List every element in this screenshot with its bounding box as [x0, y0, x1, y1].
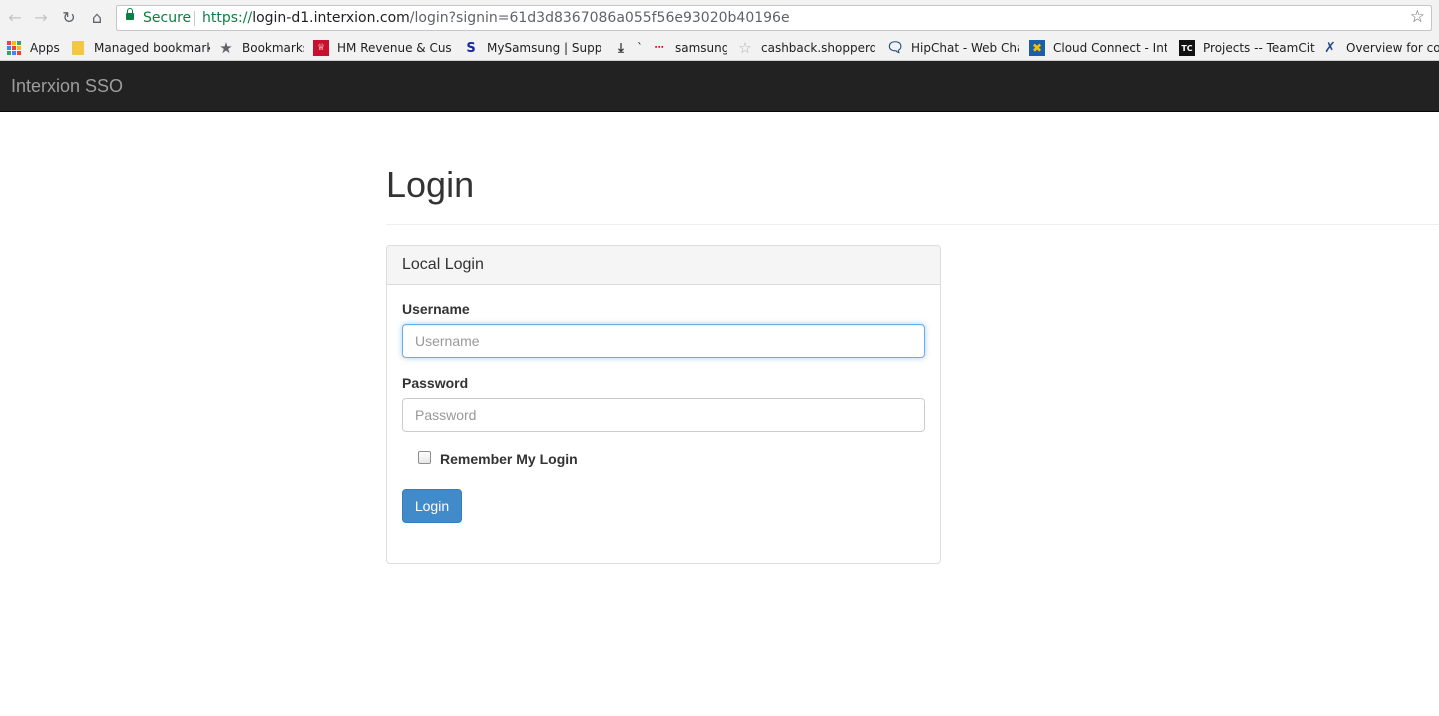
bookmark-label: HM Revenue & Custo	[337, 41, 451, 55]
bookmark-label: Bookmarks	[242, 41, 304, 55]
bookmark-label: cashback.shopperdisc	[761, 41, 875, 55]
star-icon: ★	[219, 39, 233, 57]
title-divider	[386, 224, 1439, 225]
bookmark-label: Managed bookmarks	[94, 41, 210, 55]
bookmark-label: Cloud Connect - Inter	[1053, 41, 1167, 55]
bookmark-apps[interactable]: Apps	[6, 38, 62, 58]
hmrc-icon: ♕	[313, 40, 329, 56]
url-scheme: https://	[202, 10, 253, 26]
panel-heading: Local Login	[387, 246, 940, 285]
bookmark-label: Apps	[30, 41, 60, 55]
hipchat-icon: 🗨	[887, 40, 904, 56]
bookmark-label: MySamsung | Suppor	[487, 41, 601, 55]
bookmark-label: HipChat - Web Chat	[911, 41, 1019, 55]
browser-toolbar: ← → ↻ ⌂ Secure https://login-d1.interxio…	[0, 0, 1439, 35]
bookmark-cashback[interactable]: ☆ cashback.shopperdisc	[737, 38, 875, 58]
login-button[interactable]: Login	[402, 489, 462, 523]
bookmark-overview[interactable]: ✗ Overview for com	[1322, 38, 1439, 58]
url-text[interactable]: https://login-d1.interxion.com/login?sig…	[202, 10, 790, 26]
samsung-s-icon: S	[466, 40, 476, 56]
bookmark-hmrc[interactable]: ♕ HM Revenue & Custo	[313, 38, 451, 58]
username-input[interactable]	[402, 324, 925, 358]
dots-icon: ⋯	[654, 43, 664, 53]
bookmark-managed[interactable]: Managed bookmarks	[70, 38, 210, 58]
teamcity-icon: TC	[1179, 40, 1195, 56]
back-arrow-icon[interactable]: ←	[6, 8, 24, 27]
forward-arrow-icon[interactable]: →	[32, 8, 50, 27]
bookmark-download[interactable]: ⤓ `	[613, 38, 643, 58]
bookmark-label: `	[637, 41, 643, 55]
bookmark-teamcity[interactable]: TC Projects -- TeamCity	[1179, 38, 1315, 58]
address-divider	[194, 11, 195, 26]
reload-icon[interactable]: ↻	[60, 8, 78, 27]
bookmark-label: samsung	[675, 41, 727, 55]
password-label: Password	[402, 375, 469, 391]
top-navbar: Interxion SSO	[0, 61, 1439, 112]
password-input[interactable]	[402, 398, 925, 432]
overview-icon: ✗	[1324, 40, 1336, 56]
username-label: Username	[402, 301, 470, 317]
bookmark-label: Overview for com	[1346, 41, 1439, 55]
download-icon: ⤓	[618, 40, 624, 56]
star-outline-icon: ☆	[738, 39, 752, 57]
bookmark-label: Projects -- TeamCity	[1203, 41, 1315, 55]
navbar-brand[interactable]: Interxion SSO	[11, 76, 123, 97]
bookmark-star-icon[interactable]: ☆	[1410, 7, 1425, 27]
address-bar[interactable]: Secure https://login-d1.interxion.com/lo…	[116, 5, 1432, 31]
bookmarks-bar: Apps Managed bookmarks ★ Bookmarks ♕ HM …	[0, 35, 1439, 61]
bookmark-mysamsung[interactable]: S MySamsung | Suppor	[463, 38, 601, 58]
url-path: /login?signin=61d3d8367086a055f56e93020b…	[409, 10, 790, 26]
remember-label[interactable]: Remember My Login	[440, 451, 578, 467]
page-title: Login	[386, 164, 475, 205]
lock-icon	[126, 8, 134, 20]
bookmark-samsung[interactable]: ⋯ samsung	[651, 38, 728, 58]
apps-grid-icon	[6, 40, 22, 56]
secure-label: Secure	[143, 10, 192, 26]
local-login-panel: Local Login Username Password Remember M…	[386, 245, 941, 564]
bookmark-cloud-connect[interactable]: ✖ Cloud Connect - Inter	[1029, 38, 1167, 58]
url-host: login-d1.interxion.com	[252, 10, 410, 26]
bookmark-bookmarks[interactable]: ★ Bookmarks	[218, 38, 304, 58]
folder-icon	[70, 40, 86, 56]
remember-checkbox[interactable]	[418, 451, 431, 464]
bookmark-hipchat[interactable]: 🗨 HipChat - Web Chat	[887, 38, 1019, 58]
cloud-connect-icon: ✖	[1029, 40, 1045, 56]
home-icon[interactable]: ⌂	[88, 8, 106, 27]
